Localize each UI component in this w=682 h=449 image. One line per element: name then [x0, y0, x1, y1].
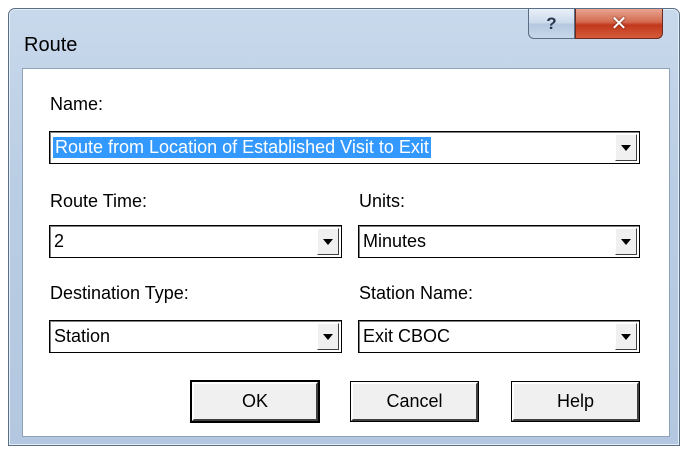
dialog-title: Route: [24, 34, 78, 56]
destination-type-label: Destination Type:: [50, 283, 189, 303]
chevron-down-icon: [621, 144, 631, 151]
close-icon: ✕: [610, 13, 628, 35]
units-value: Minutes: [363, 231, 427, 251]
question-icon: ?: [546, 13, 557, 33]
destination-type-dropdown-button[interactable]: [317, 323, 339, 350]
name-dropdown-button[interactable]: [615, 134, 637, 161]
station-name-dropdown-button[interactable]: [615, 323, 637, 350]
destination-type-combobox[interactable]: Station: [49, 320, 342, 353]
route-dialog: Route ? ✕ Name: Route from Location of E…: [8, 8, 680, 446]
route-time-combobox[interactable]: 2: [49, 225, 342, 258]
name-combobox[interactable]: Route from Location of Established Visit…: [49, 131, 640, 164]
route-time-value: 2: [54, 231, 65, 251]
chevron-down-icon: [621, 333, 631, 340]
route-time-label: Route Time:: [50, 191, 148, 211]
route-time-dropdown-button[interactable]: [317, 228, 339, 255]
cancel-button[interactable]: Cancel: [350, 381, 479, 422]
dialog-body: Name: Route from Location of Established…: [22, 68, 670, 437]
chevron-down-icon: [621, 238, 631, 245]
name-label: Name:: [50, 94, 104, 114]
help-title-button[interactable]: ?: [528, 9, 575, 39]
units-dropdown-button[interactable]: [615, 228, 637, 255]
station-name-combobox[interactable]: Exit CBOC: [358, 320, 640, 353]
station-name-value: Exit CBOC: [363, 326, 451, 346]
help-button[interactable]: Help: [511, 381, 640, 422]
ok-button[interactable]: OK: [190, 380, 320, 423]
destination-type-value: Station: [54, 326, 111, 346]
station-name-label: Station Name:: [359, 283, 474, 303]
chevron-down-icon: [323, 333, 333, 340]
units-label: Units:: [359, 191, 406, 211]
units-combobox[interactable]: Minutes: [358, 225, 640, 258]
chevron-down-icon: [323, 238, 333, 245]
name-value: Route from Location of Established Visit…: [53, 137, 431, 158]
title-bar[interactable]: Route ? ✕: [9, 9, 679, 67]
close-button[interactable]: ✕: [575, 9, 663, 39]
